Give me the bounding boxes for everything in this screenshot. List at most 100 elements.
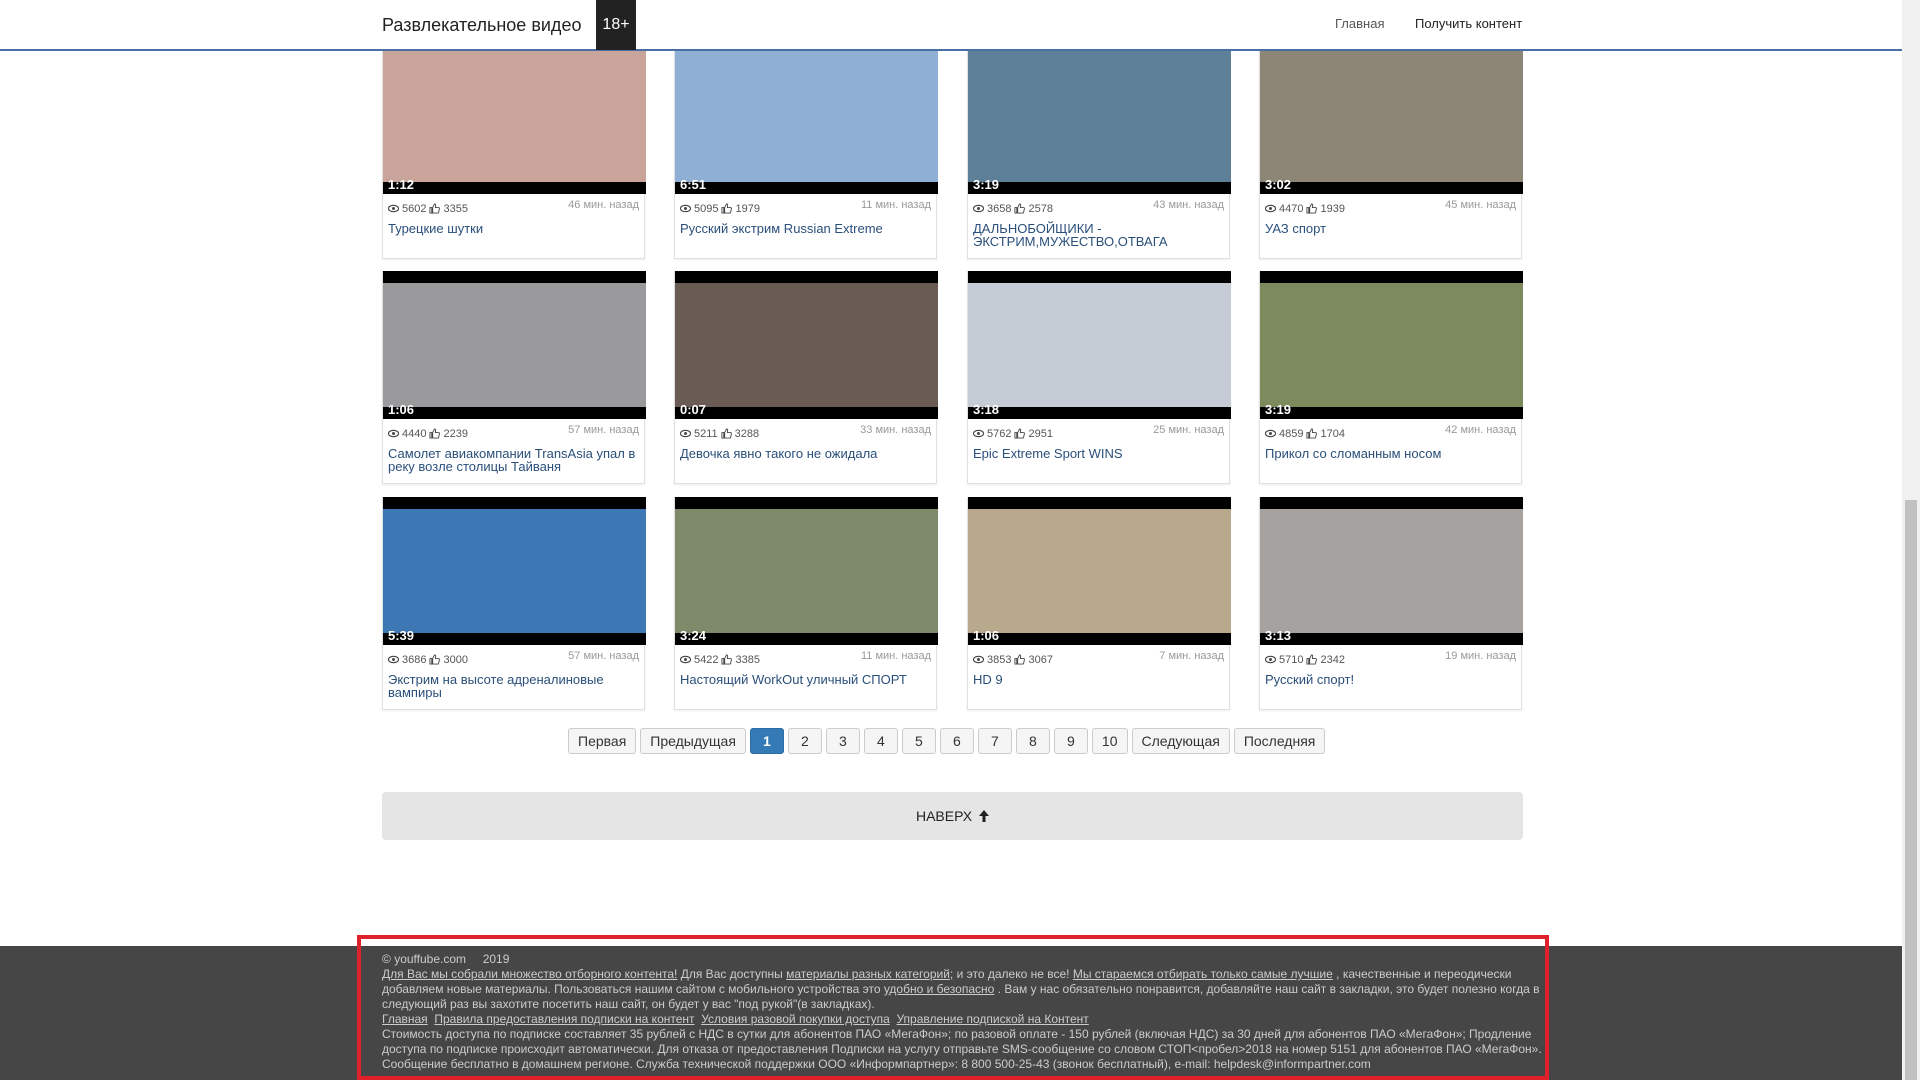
- video-card[interactable]: 1:06 3853 3067 7 мин. назад HD 9: [967, 497, 1231, 710]
- page-first-button[interactable]: Первая: [568, 728, 637, 754]
- eye-icon: [1265, 204, 1276, 213]
- video-duration: 3:19: [973, 177, 1000, 192]
- scrollbar-thumb[interactable]: [1905, 500, 1917, 1080]
- video-time-ago: 42 мин. назад: [1445, 424, 1516, 436]
- video-title[interactable]: ДАЛЬНОБОЙЩИКИ - ЭКСТРИМ,МУЖЕСТВО,ОТВАГА: [968, 218, 1229, 258]
- video-duration: 3:18: [973, 402, 1000, 417]
- page-8-button[interactable]: 8: [1015, 728, 1050, 754]
- thumbnail-image: [968, 509, 1231, 633]
- video-title[interactable]: УАЗ спорт: [1260, 218, 1521, 258]
- video-duration: 3:02: [1265, 177, 1292, 192]
- video-thumbnail[interactable]: 3:13: [1260, 497, 1523, 645]
- video-likes: 2342: [1320, 653, 1345, 666]
- video-card[interactable]: 6:51 5095 1979 11 мин. назад Русский экстрим…: [674, 51, 938, 259]
- video-views: 5602: [402, 202, 427, 215]
- video-title[interactable]: Самолет авиакомпании TransAsia упал в ре…: [383, 443, 644, 483]
- video-card[interactable]: 1:06 4440 2239 57 мин. назад Самолет авиаком…: [382, 271, 646, 484]
- video-card[interactable]: 1:12 5602 3355 46 мин. назад Турецкие шутки: [382, 51, 646, 259]
- thumbnail-image: [675, 51, 938, 182]
- video-likes: 3385: [735, 653, 760, 666]
- video-card[interactable]: 3:19 3658 2578 43 мин. назад ДАЛЬНОБОЙЩИКИ -…: [967, 51, 1231, 259]
- brand-title[interactable]: Развлекательное видео: [382, 15, 581, 36]
- video-title[interactable]: Экстрим на высоте адреналиновые вампиры: [383, 669, 644, 709]
- page-3-button[interactable]: 3: [825, 728, 860, 754]
- video-views: 3686: [402, 653, 427, 666]
- video-title[interactable]: Турецкие шутки: [383, 218, 644, 258]
- video-thumbnail[interactable]: 3:19: [1260, 271, 1523, 419]
- video-card[interactable]: 5:39 3686 3000 57 мин. назад Экстрим на высо…: [382, 497, 646, 710]
- video-views: 3658: [987, 202, 1012, 215]
- video-views: 3853: [987, 653, 1012, 666]
- video-card[interactable]: 3:13 5710 2342 19 мин. назад Русский спорт!: [1259, 497, 1523, 710]
- back-to-top-button[interactable]: НАВЕРХ: [382, 792, 1523, 840]
- video-meta: 4470 1939 45 мин. назад: [1260, 194, 1521, 218]
- video-duration: 1:06: [973, 628, 1000, 643]
- video-card[interactable]: 0:07 5211 3288 33 мин. назад Девочка явно та…: [674, 271, 938, 484]
- thumbnail-image: [383, 509, 646, 633]
- video-card[interactable]: 3:24 5422 3385 11 мин. назад Настоящий WorkO…: [674, 497, 938, 710]
- video-thumbnail[interactable]: 3:19: [968, 51, 1231, 194]
- thumbnail-image: [1260, 283, 1523, 407]
- page-last-button[interactable]: Последняя: [1233, 728, 1326, 754]
- eye-icon: [388, 429, 399, 438]
- video-thumbnail[interactable]: 3:02: [1260, 51, 1523, 194]
- video-title[interactable]: Прикол со сломанным носом: [1260, 443, 1521, 483]
- video-card[interactable]: 3:02 4470 1939 45 мин. назад УАЗ спорт: [1259, 51, 1523, 259]
- video-title[interactable]: Русский экстрим Russian Extreme: [675, 218, 936, 258]
- video-likes: 3355: [443, 202, 468, 215]
- video-meta: 3686 3000 57 мин. назад: [383, 645, 644, 669]
- video-thumbnail[interactable]: 1:06: [968, 497, 1231, 645]
- video-time-ago: 19 мин. назад: [1445, 650, 1516, 662]
- nav-get-content-link[interactable]: Получить контент: [1415, 16, 1522, 31]
- video-thumbnail[interactable]: 5:39: [383, 497, 646, 645]
- page-4-button[interactable]: 4: [863, 728, 898, 754]
- video-meta: 5095 1979 11 мин. назад: [675, 194, 936, 218]
- eye-icon: [973, 204, 984, 213]
- video-time-ago: 11 мин. назад: [860, 199, 931, 211]
- page-5-button[interactable]: 5: [901, 728, 936, 754]
- video-thumbnail[interactable]: 6:51: [675, 51, 938, 194]
- video-duration: 1:06: [388, 402, 415, 417]
- video-title[interactable]: HD 9: [968, 669, 1229, 709]
- video-title[interactable]: Русский спорт!: [1260, 669, 1521, 709]
- video-meta: 5762 2951 25 мин. назад: [968, 419, 1229, 443]
- video-likes: 3000: [443, 653, 468, 666]
- page-2-button[interactable]: 2: [787, 728, 822, 754]
- page-prev-button[interactable]: Предыдущая: [640, 728, 746, 754]
- page-scrollbar[interactable]: [1902, 0, 1920, 1080]
- video-thumbnail[interactable]: 1:12: [383, 51, 646, 194]
- video-thumbnail[interactable]: 3:18: [968, 271, 1231, 419]
- age-badge: 18+: [596, 0, 636, 50]
- video-title[interactable]: Epic Extreme Sport WINS: [968, 443, 1229, 483]
- video-time-ago: 46 мин. назад: [568, 199, 639, 211]
- video-views: 5211: [694, 427, 718, 440]
- eye-icon: [973, 655, 984, 664]
- page-1-button[interactable]: 1: [749, 728, 784, 754]
- page-10-button[interactable]: 10: [1091, 728, 1128, 754]
- page-7-button[interactable]: 7: [977, 728, 1012, 754]
- thumbs-up-icon: [721, 654, 733, 665]
- video-duration: 6:51: [680, 177, 707, 192]
- eye-icon: [680, 204, 691, 213]
- page-9-button[interactable]: 9: [1053, 728, 1088, 754]
- page-6-button[interactable]: 6: [939, 728, 974, 754]
- video-meta: 5710 2342 19 мин. назад: [1260, 645, 1521, 669]
- video-time-ago: 7 мин. назад: [1159, 650, 1224, 662]
- video-likes: 3067: [1028, 653, 1053, 666]
- video-card[interactable]: 3:19 4859 1704 42 мин. назад Прикол со слома…: [1259, 271, 1523, 484]
- video-views: 5762: [987, 427, 1012, 440]
- video-views: 5422: [694, 653, 719, 666]
- page-next-button[interactable]: Следующая: [1131, 728, 1230, 754]
- nav-home-link[interactable]: Главная: [1335, 16, 1384, 31]
- video-title[interactable]: Девочка явно такого не ожидала: [675, 443, 936, 483]
- video-thumbnail[interactable]: 3:24: [675, 497, 938, 645]
- video-likes: 2951: [1028, 427, 1053, 440]
- video-time-ago: 57 мин. назад: [568, 424, 639, 436]
- video-thumbnail[interactable]: 0:07: [675, 271, 938, 419]
- video-thumbnail[interactable]: 1:06: [383, 271, 646, 419]
- video-card[interactable]: 3:18 5762 2951 25 мин. назад Epic Extreme Sp…: [967, 271, 1231, 484]
- thumbs-up-icon: [1014, 428, 1026, 439]
- video-views: 4470: [1279, 202, 1304, 215]
- video-views: 4440: [402, 427, 427, 440]
- video-title[interactable]: Настоящий WorkOut уличный СПОРТ: [675, 669, 936, 709]
